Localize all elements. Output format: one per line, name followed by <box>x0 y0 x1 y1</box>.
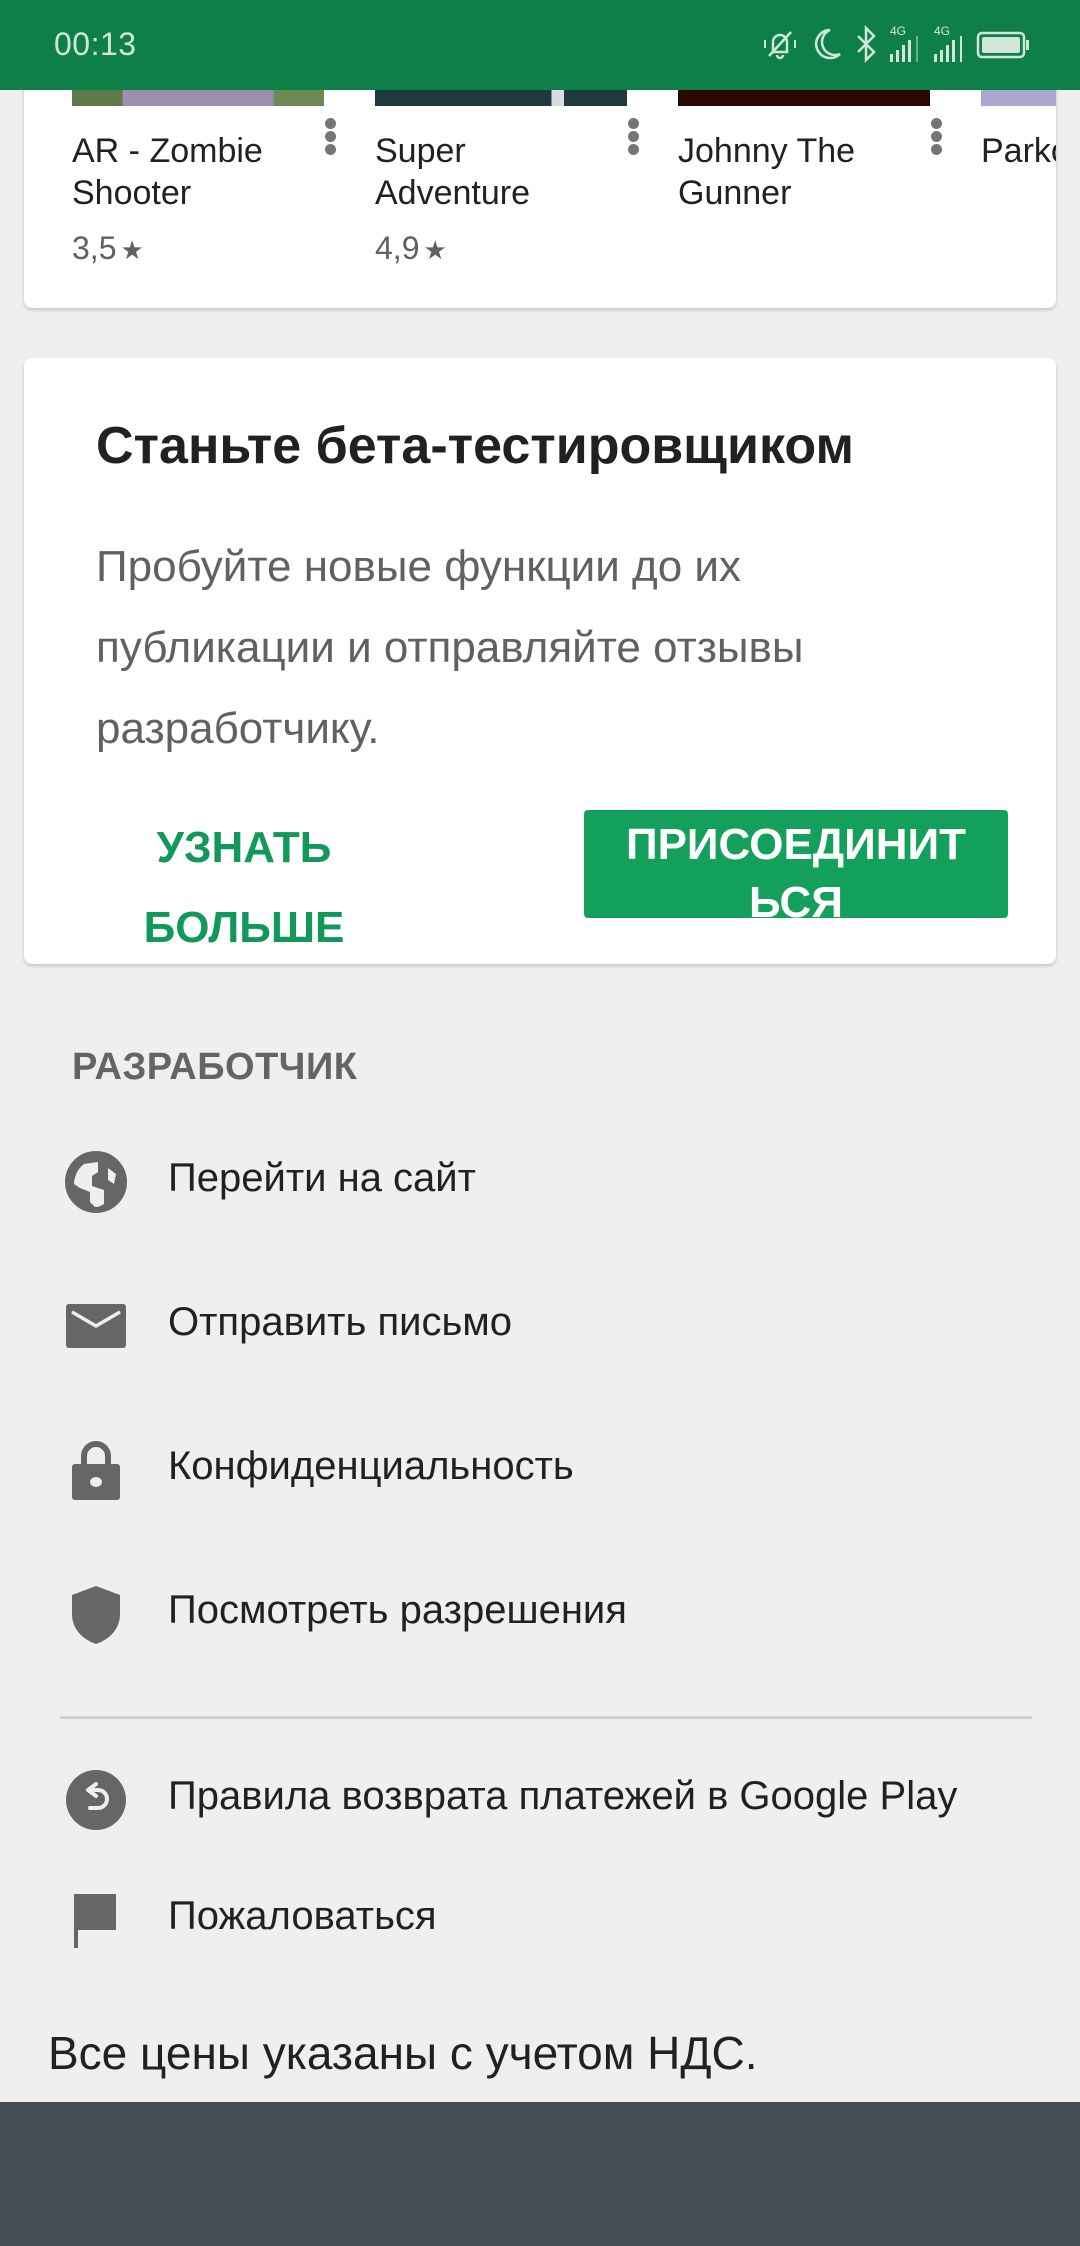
developer-item-email[interactable]: Отправить письмо <box>0 1274 1080 1374</box>
refund-policy-link[interactable]: Правила возврата платежей в Google Play <box>0 1748 1080 1848</box>
refund-icon <box>66 1770 126 1830</box>
game-rating: 3,5 ★ <box>72 230 144 267</box>
flag-icon <box>74 1894 116 1948</box>
vat-note: Все цены указаны с учетом НДС. <box>48 2027 758 2079</box>
developer-item-label: Отправить письмо <box>168 1300 513 1344</box>
game-card[interactable]: Super Adventure 4,9 ★ <box>375 60 639 308</box>
developer-item-website[interactable]: Перейти на сайт <box>0 1130 1080 1230</box>
globe-icon <box>65 1151 127 1213</box>
game-title[interactable]: Super Adventure <box>375 130 605 214</box>
learn-more-button[interactable]: УЗНАТЬ БОЛЬШЕ <box>84 808 404 952</box>
divider <box>60 1716 1032 1719</box>
game-card[interactable]: Johnny The Gunner <box>678 60 942 308</box>
star-icon: ★ <box>423 235 447 265</box>
developer-item-permissions[interactable]: Посмотреть разрешения <box>0 1562 1080 1662</box>
network-label: 4G <box>890 24 906 38</box>
similar-games-carousel[interactable]: AR - Zombie Shooter 3,5 ★ Super Adventure… <box>24 60 1056 308</box>
game-title[interactable]: AR - Zombie Shooter <box>72 130 302 214</box>
report-link[interactable]: Пожаловаться <box>0 1868 1080 1968</box>
signal-4g-icon: 4G <box>890 24 918 62</box>
status-bar: 00:13 4G 4G <box>0 0 1080 90</box>
developer-item-label: Посмотреть разрешения <box>168 1588 627 1632</box>
battery-icon <box>976 31 1029 59</box>
beta-tester-card: Станьте бета-тестировщиком Пробуйте новы… <box>24 358 1056 964</box>
beta-description: Пробуйте новые функции до их публикации … <box>96 542 804 753</box>
star-icon: ★ <box>120 235 144 265</box>
report-label: Пожаловаться <box>168 1894 437 1938</box>
signal-4g-icon: 4G <box>934 24 962 62</box>
game-title[interactable]: Johnny The Gunner <box>678 130 908 214</box>
email-icon <box>66 1304 126 1348</box>
status-time: 00:13 <box>54 26 137 62</box>
more-options-icon[interactable] <box>318 116 342 160</box>
developer-item-label: Перейти на сайт <box>168 1156 476 1200</box>
game-card[interactable]: Parkour Rush <box>981 60 1056 308</box>
refund-policy-label: Правила возврата платежей в Google Play <box>168 1774 958 1818</box>
vibrate-bell-off-icon <box>764 31 796 60</box>
moon-icon <box>814 28 841 60</box>
lock-icon <box>72 1441 120 1500</box>
network-label: 4G <box>934 24 950 38</box>
rating-value: 4,9 <box>375 230 420 266</box>
more-options-icon[interactable] <box>621 116 645 160</box>
developer-item-privacy[interactable]: Конфиденциальность <box>0 1418 1080 1518</box>
rating-value: 3,5 <box>72 230 117 266</box>
game-rating: 4,9 ★ <box>375 230 447 267</box>
more-options-icon[interactable] <box>924 116 948 160</box>
game-title[interactable]: Parkour Rush <box>981 130 1056 172</box>
game-card[interactable]: AR - Zombie Shooter 3,5 ★ <box>72 60 336 308</box>
status-icons: 4G 4G <box>760 24 1032 64</box>
developer-section-title: РАЗРАБОТЧИК <box>72 1046 358 1088</box>
developer-item-label: Конфиденциальность <box>168 1444 574 1488</box>
bluetooth-icon <box>857 24 876 64</box>
bottom-panel <box>0 2102 1080 2246</box>
join-beta-button[interactable]: ПРИСОЕДИНИТЬСЯ <box>584 810 1008 918</box>
shield-icon <box>72 1586 120 1644</box>
beta-title: Станьте бета-тестировщиком <box>96 417 854 475</box>
